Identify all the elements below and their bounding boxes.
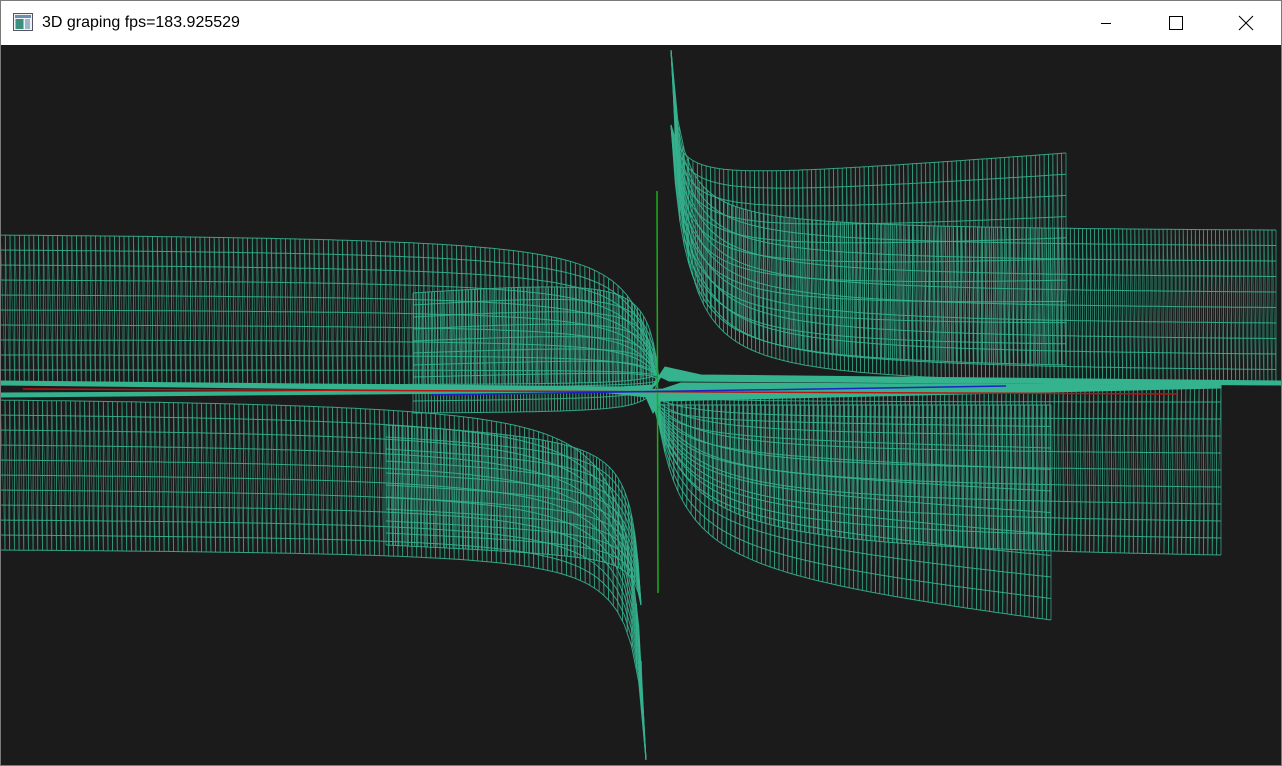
window-title: 3D graping fps=183.925529 [42,14,240,31]
minimize-icon [1100,17,1112,29]
maximize-button[interactable] [1141,1,1211,45]
title-bar[interactable]: 3D graping fps=183.925529 [1,1,1281,45]
3d-graph-canvas[interactable] [1,45,1281,765]
close-button[interactable] [1211,1,1281,45]
app-window: 3D graping fps=183.925529 [0,0,1282,766]
graph-viewport[interactable] [1,45,1281,765]
minimize-button[interactable] [1071,1,1141,45]
close-icon [1238,15,1254,31]
maximize-icon [1169,16,1183,30]
application-window-icon[interactable] [13,13,33,31]
